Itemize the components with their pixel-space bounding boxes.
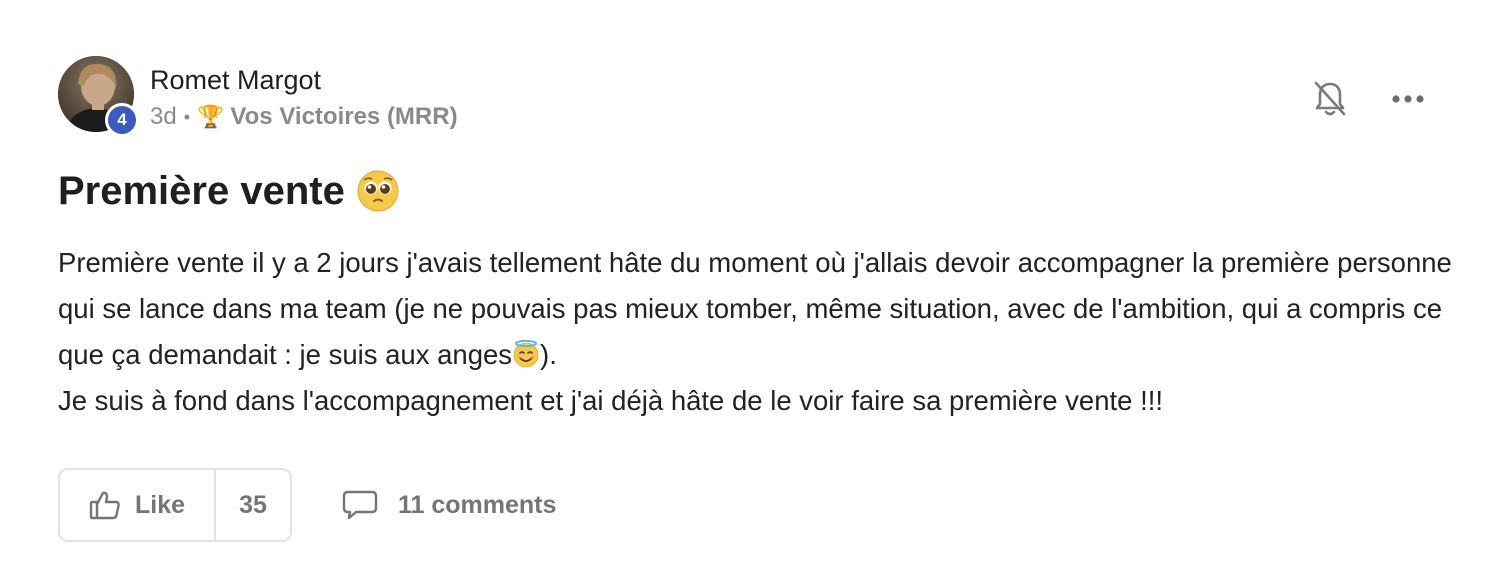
- notifications-toggle-button[interactable]: [1310, 78, 1350, 120]
- category-link[interactable]: Vos Victoires (MRR): [230, 102, 457, 132]
- post-header: 4 Romet Margot 3d • 🏆 Vos Victoires (MRR…: [58, 56, 458, 137]
- post-title-text: Première vente: [58, 169, 345, 213]
- post-actions: [1310, 78, 1428, 120]
- more-options-button[interactable]: [1388, 79, 1428, 119]
- author-meta: Romet Margot 3d • 🏆 Vos Victoires (MRR): [150, 56, 458, 132]
- meta-separator: •: [183, 107, 191, 127]
- thumbs-up-icon: [89, 490, 121, 520]
- like-group: Like 35: [58, 468, 292, 542]
- more-horizontal-icon: [1392, 95, 1424, 103]
- bell-off-icon: [1314, 81, 1346, 116]
- post-body-paragraph: Première vente il y a 2 jours j'avais te…: [58, 240, 1458, 378]
- post-meta-line: 3d • 🏆 Vos Victoires (MRR): [150, 102, 458, 132]
- comments-label: 11 comments: [398, 490, 557, 519]
- like-button[interactable]: Like: [60, 470, 216, 540]
- smiling-face-with-halo-emoji: [512, 336, 540, 368]
- author-avatar[interactable]: 4: [58, 56, 139, 137]
- post-footer: Like 35 11 comments: [58, 468, 556, 542]
- post-card: 4 Romet Margot 3d • 🏆 Vos Victoires (MRR…: [0, 0, 1500, 564]
- post-body-text-2: ).: [540, 339, 557, 370]
- post-age: 3d: [150, 103, 177, 130]
- trophy-icon: 🏆: [197, 104, 225, 129]
- pleading-face-emoji: [357, 170, 399, 212]
- post-title: Première vente: [58, 166, 399, 216]
- like-count[interactable]: 35: [216, 470, 290, 540]
- like-label: Like: [134, 490, 186, 519]
- level-badge: 4: [105, 103, 139, 137]
- post-body-paragraph-2: Je suis à fond dans l'accompagnement et …: [58, 385, 1164, 416]
- post-body: Première vente il y a 2 jours j'avais te…: [58, 240, 1458, 424]
- comments-button[interactable]: 11 comments: [342, 489, 556, 521]
- author-name[interactable]: Romet Margot: [150, 63, 458, 97]
- comment-bubble-icon: [342, 489, 378, 521]
- post-body-text-1: Première vente il y a 2 jours j'avais te…: [58, 247, 1452, 370]
